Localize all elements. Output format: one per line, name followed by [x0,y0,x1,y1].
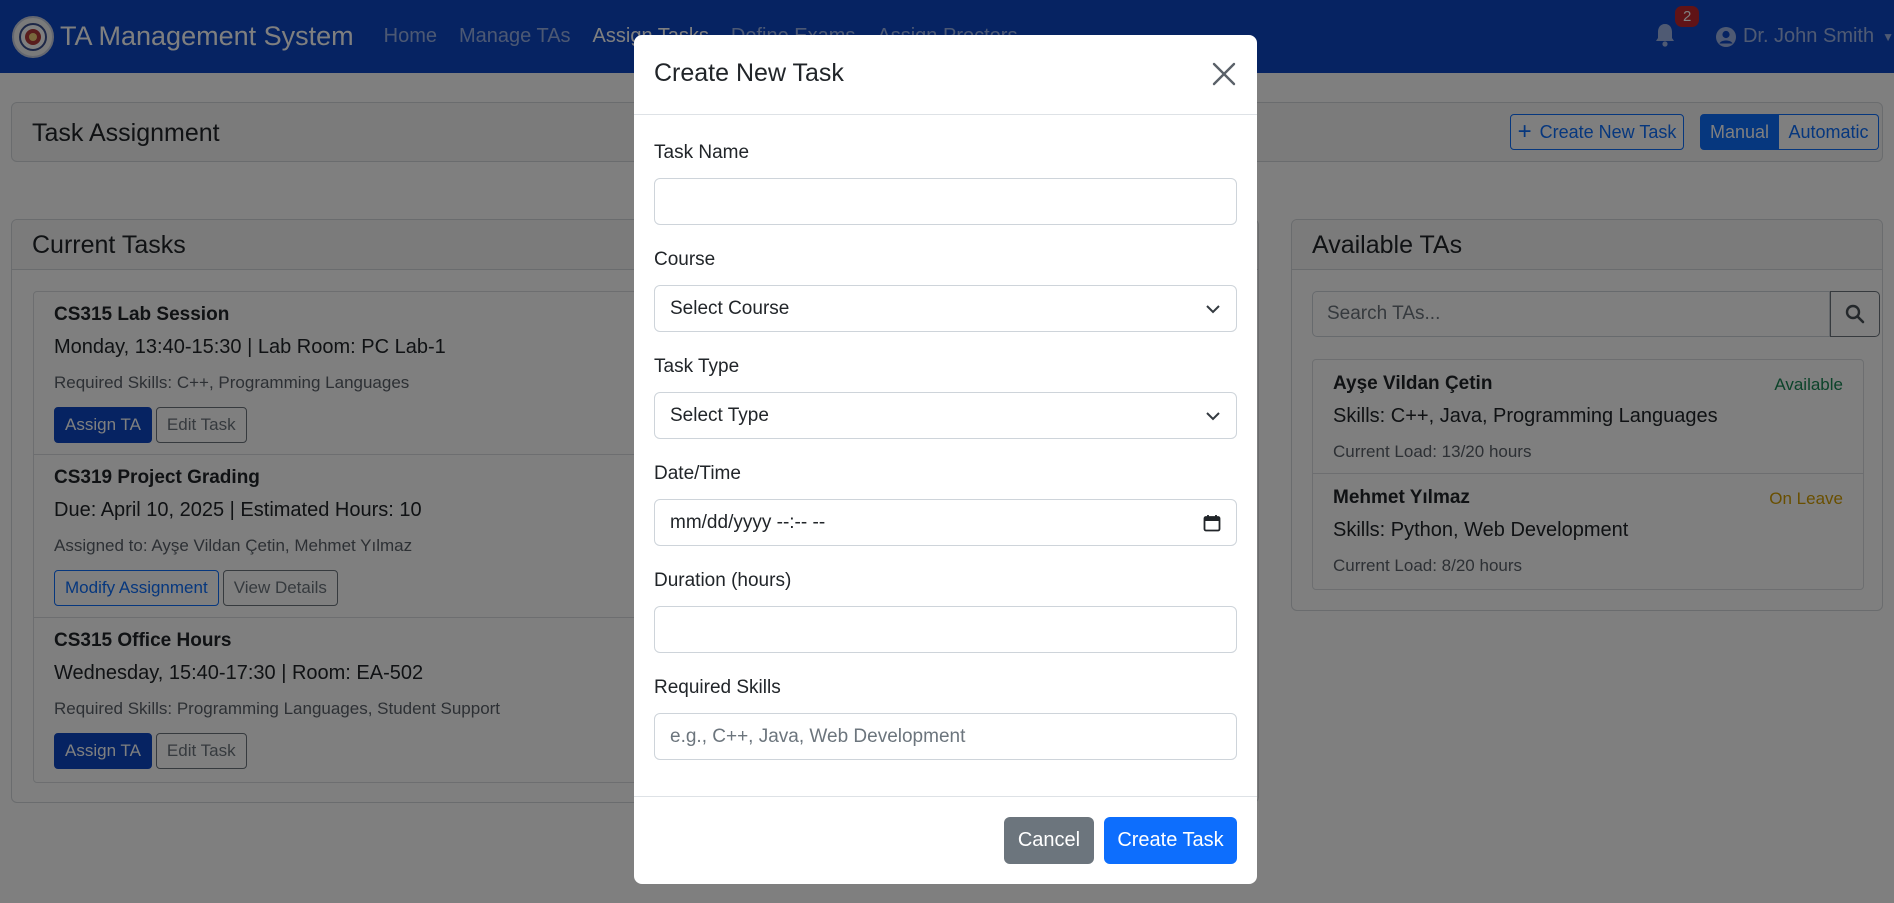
create-task-modal: Create New Task Task Name Course Select … [634,35,1257,884]
datetime-input-value: mm/dd/yyyy --:-- -- [670,511,826,533]
required-skills-label: Required Skills [654,677,781,698]
task-name-label: Task Name [654,142,750,163]
datetime-label: Date/Time [654,463,741,484]
modal-title: Create New Task [654,59,844,87]
chevron-down-icon [1206,304,1220,313]
task-type-select-value: Select Type [670,404,769,426]
datetime-input[interactable]: mm/dd/yyyy --:-- -- [654,499,1237,546]
course-select[interactable]: Select Course [654,285,1237,332]
task-type-label: Task Type [654,356,740,377]
close-button[interactable] [1211,61,1237,87]
create-task-button[interactable]: Create Task [1104,817,1237,864]
duration-input[interactable] [654,606,1237,653]
duration-label: Duration (hours) [654,570,792,591]
required-skills-input[interactable] [654,713,1237,760]
close-icon [1212,62,1236,86]
modal-footer: Cancel Create Task [634,796,1257,885]
task-type-select[interactable]: Select Type [654,392,1237,439]
chevron-down-icon [1206,411,1220,420]
course-select-value: Select Course [670,297,790,319]
cancel-button[interactable]: Cancel [1004,817,1094,864]
calendar-icon[interactable] [1203,514,1221,532]
task-name-input[interactable] [654,178,1237,225]
course-label: Course [654,249,716,270]
modal-header: Create New Task [634,35,1257,115]
